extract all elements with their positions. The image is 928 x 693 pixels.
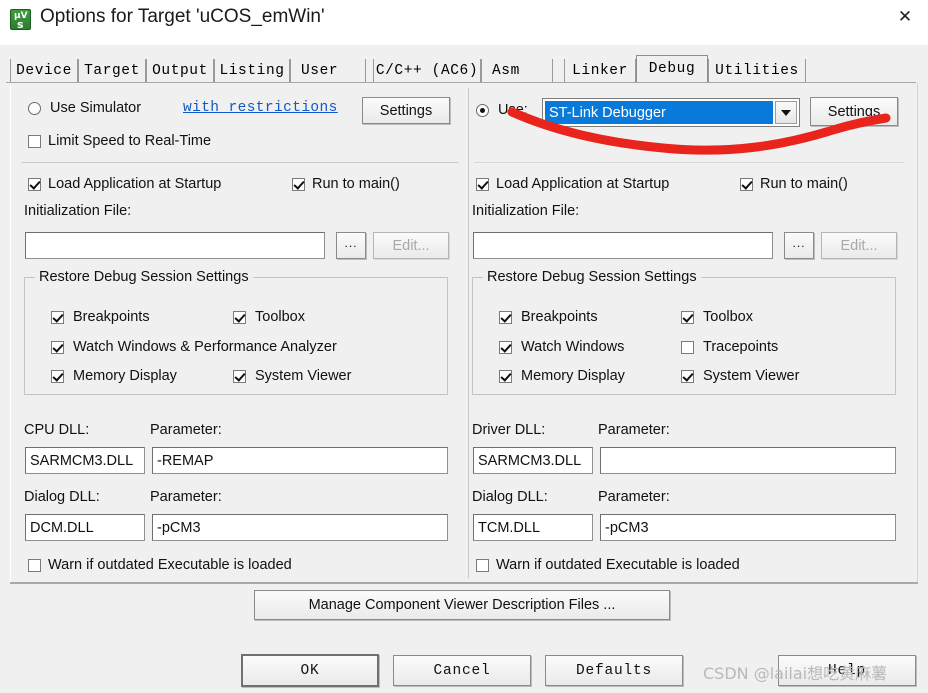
ok-button[interactable]: OK — [241, 654, 379, 687]
right-dialog-parameter-label: Parameter: — [598, 489, 670, 505]
right-dialog-parameter-input[interactable]: -pCM3 — [600, 514, 896, 541]
uvision-icon: µV s — [10, 9, 31, 30]
use-simulator-radio[interactable] — [28, 102, 41, 115]
right-run-to-main-checkbox[interactable] — [740, 178, 753, 191]
right-watch-windows-checkbox[interactable] — [499, 341, 512, 354]
left-load-app-checkbox[interactable] — [28, 178, 41, 191]
right-load-app-label: Load Application at Startup — [496, 176, 670, 192]
cancel-button[interactable]: Cancel — [393, 655, 531, 686]
title-bar: µV s Options for Target 'uCOS_emWin' ✕ — [0, 0, 928, 45]
driver-parameter-label: Parameter: — [598, 422, 670, 438]
cpu-dll-label: CPU DLL: — [24, 422, 90, 438]
tab-device[interactable]: Device — [10, 59, 78, 82]
right-system-viewer-checkbox[interactable] — [681, 370, 694, 383]
debugger-settings-button[interactable]: Settings — [810, 97, 898, 126]
footer-separator — [10, 582, 918, 584]
right-load-app-checkbox[interactable] — [476, 178, 489, 191]
right-memory-display-checkbox[interactable] — [499, 370, 512, 383]
panel-divider — [468, 88, 469, 578]
driver-dll-input[interactable]: SARMCM3.DLL — [473, 447, 593, 474]
cpu-dll-input[interactable]: SARMCM3.DLL — [25, 447, 145, 474]
left-warn-outdated-label: Warn if outdated Executable is loaded — [48, 557, 292, 573]
with-restrictions-link[interactable]: with restrictions — [183, 100, 338, 116]
left-toolbox-label: Toolbox — [255, 309, 305, 325]
left-toolbox-checkbox[interactable] — [233, 311, 246, 324]
right-dialog-dll-label: Dialog DLL: — [472, 489, 548, 505]
left-dialog-dll-input[interactable]: DCM.DLL — [25, 514, 145, 541]
tab-output[interactable]: Output — [146, 59, 214, 82]
close-icon[interactable]: ✕ — [882, 0, 928, 34]
right-breakpoints-checkbox[interactable] — [499, 311, 512, 324]
left-dialog-parameter-label: Parameter: — [150, 489, 222, 505]
tab-asm[interactable]: Asm — [481, 59, 553, 82]
right-tracepoints-label: Tracepoints — [703, 339, 779, 355]
right-toolbox-label: Toolbox — [703, 309, 753, 325]
right-memory-display-label: Memory Display — [521, 368, 625, 384]
manage-component-viewer-button[interactable]: Manage Component Viewer Description File… — [254, 590, 670, 620]
left-edit-button: Edit... — [373, 232, 449, 259]
right-warn-outdated-label: Warn if outdated Executable is loaded — [496, 557, 740, 573]
tab-linker[interactable]: Linker — [564, 59, 636, 82]
tab-user[interactable]: User — [290, 59, 366, 82]
tab-utilities[interactable]: Utilities — [708, 59, 806, 82]
driver-dll-label: Driver DLL: — [472, 422, 546, 438]
right-separator-1 — [474, 162, 904, 163]
cpu-parameter-input[interactable]: -REMAP — [152, 447, 448, 474]
left-browse-button[interactable]: ... — [336, 232, 366, 259]
left-system-viewer-label: System Viewer — [255, 368, 352, 384]
left-restore-group-title: Restore Debug Session Settings — [35, 269, 253, 285]
simulator-settings-button[interactable]: Settings — [362, 97, 450, 124]
right-toolbox-checkbox[interactable] — [681, 311, 694, 324]
right-tracepoints-checkbox[interactable] — [681, 341, 694, 354]
left-run-to-main-label: Run to main() — [312, 176, 400, 192]
use-debugger-radio[interactable] — [476, 104, 489, 117]
left-init-file-label: Initialization File: — [24, 203, 132, 219]
limit-speed-checkbox[interactable] — [28, 135, 41, 148]
right-breakpoints-label: Breakpoints — [521, 309, 598, 325]
right-init-file-label: Initialization File: — [472, 203, 580, 219]
right-browse-button[interactable]: ... — [784, 232, 814, 259]
tab-listing[interactable]: Listing — [214, 59, 290, 82]
left-watch-windows-label: Watch Windows & Performance Analyzer — [73, 339, 337, 355]
right-init-file-input[interactable] — [473, 232, 773, 259]
window-title: Options for Target 'uCOS_emWin' — [40, 6, 325, 27]
cpu-parameter-label: Parameter: — [150, 422, 222, 438]
options-dialog: µV s Options for Target 'uCOS_emWin' ✕ De… — [0, 0, 928, 693]
left-load-app-label: Load Application at Startup — [48, 176, 222, 192]
right-dialog-dll-input[interactable]: TCM.DLL — [473, 514, 593, 541]
help-button[interactable]: Help — [778, 655, 916, 686]
debugger-dropdown[interactable]: ST-Link Debugger — [542, 98, 800, 127]
defaults-button[interactable]: Defaults — [545, 655, 683, 686]
left-system-viewer-checkbox[interactable] — [233, 370, 246, 383]
use-simulator-label: Use Simulator — [50, 100, 142, 116]
left-dialog-parameter-input[interactable]: -pCM3 — [152, 514, 448, 541]
driver-parameter-input[interactable] — [600, 447, 896, 474]
left-memory-display-label: Memory Display — [73, 368, 177, 384]
right-warn-outdated-checkbox[interactable] — [476, 559, 489, 572]
right-restore-group-title: Restore Debug Session Settings — [483, 269, 701, 285]
use-debugger-label: Use: — [498, 102, 528, 118]
left-dialog-dll-label: Dialog DLL: — [24, 489, 100, 505]
left-warn-outdated-checkbox[interactable] — [28, 559, 41, 572]
left-breakpoints-checkbox[interactable] — [51, 311, 64, 324]
right-run-to-main-label: Run to main() — [760, 176, 848, 192]
left-separator-1 — [22, 162, 458, 163]
left-run-to-main-checkbox[interactable] — [292, 178, 305, 191]
right-system-viewer-label: System Viewer — [703, 368, 800, 384]
left-init-file-input[interactable] — [25, 232, 325, 259]
tab-debug[interactable]: Debug — [636, 55, 708, 82]
right-edit-button: Edit... — [821, 232, 897, 259]
tab-strip: Device Target Output Listing User C/C++ … — [6, 55, 916, 83]
left-memory-display-checkbox[interactable] — [51, 370, 64, 383]
limit-speed-label: Limit Speed to Real-Time — [48, 133, 212, 149]
left-breakpoints-label: Breakpoints — [73, 309, 150, 325]
left-watch-windows-checkbox[interactable] — [51, 341, 64, 354]
tab-cpp[interactable]: C/C++ (AC6) — [373, 59, 481, 82]
chevron-down-icon[interactable] — [775, 101, 797, 124]
right-watch-windows-label: Watch Windows — [521, 339, 625, 355]
debugger-dropdown-value: ST-Link Debugger — [545, 101, 773, 124]
tab-target[interactable]: Target — [78, 59, 146, 82]
